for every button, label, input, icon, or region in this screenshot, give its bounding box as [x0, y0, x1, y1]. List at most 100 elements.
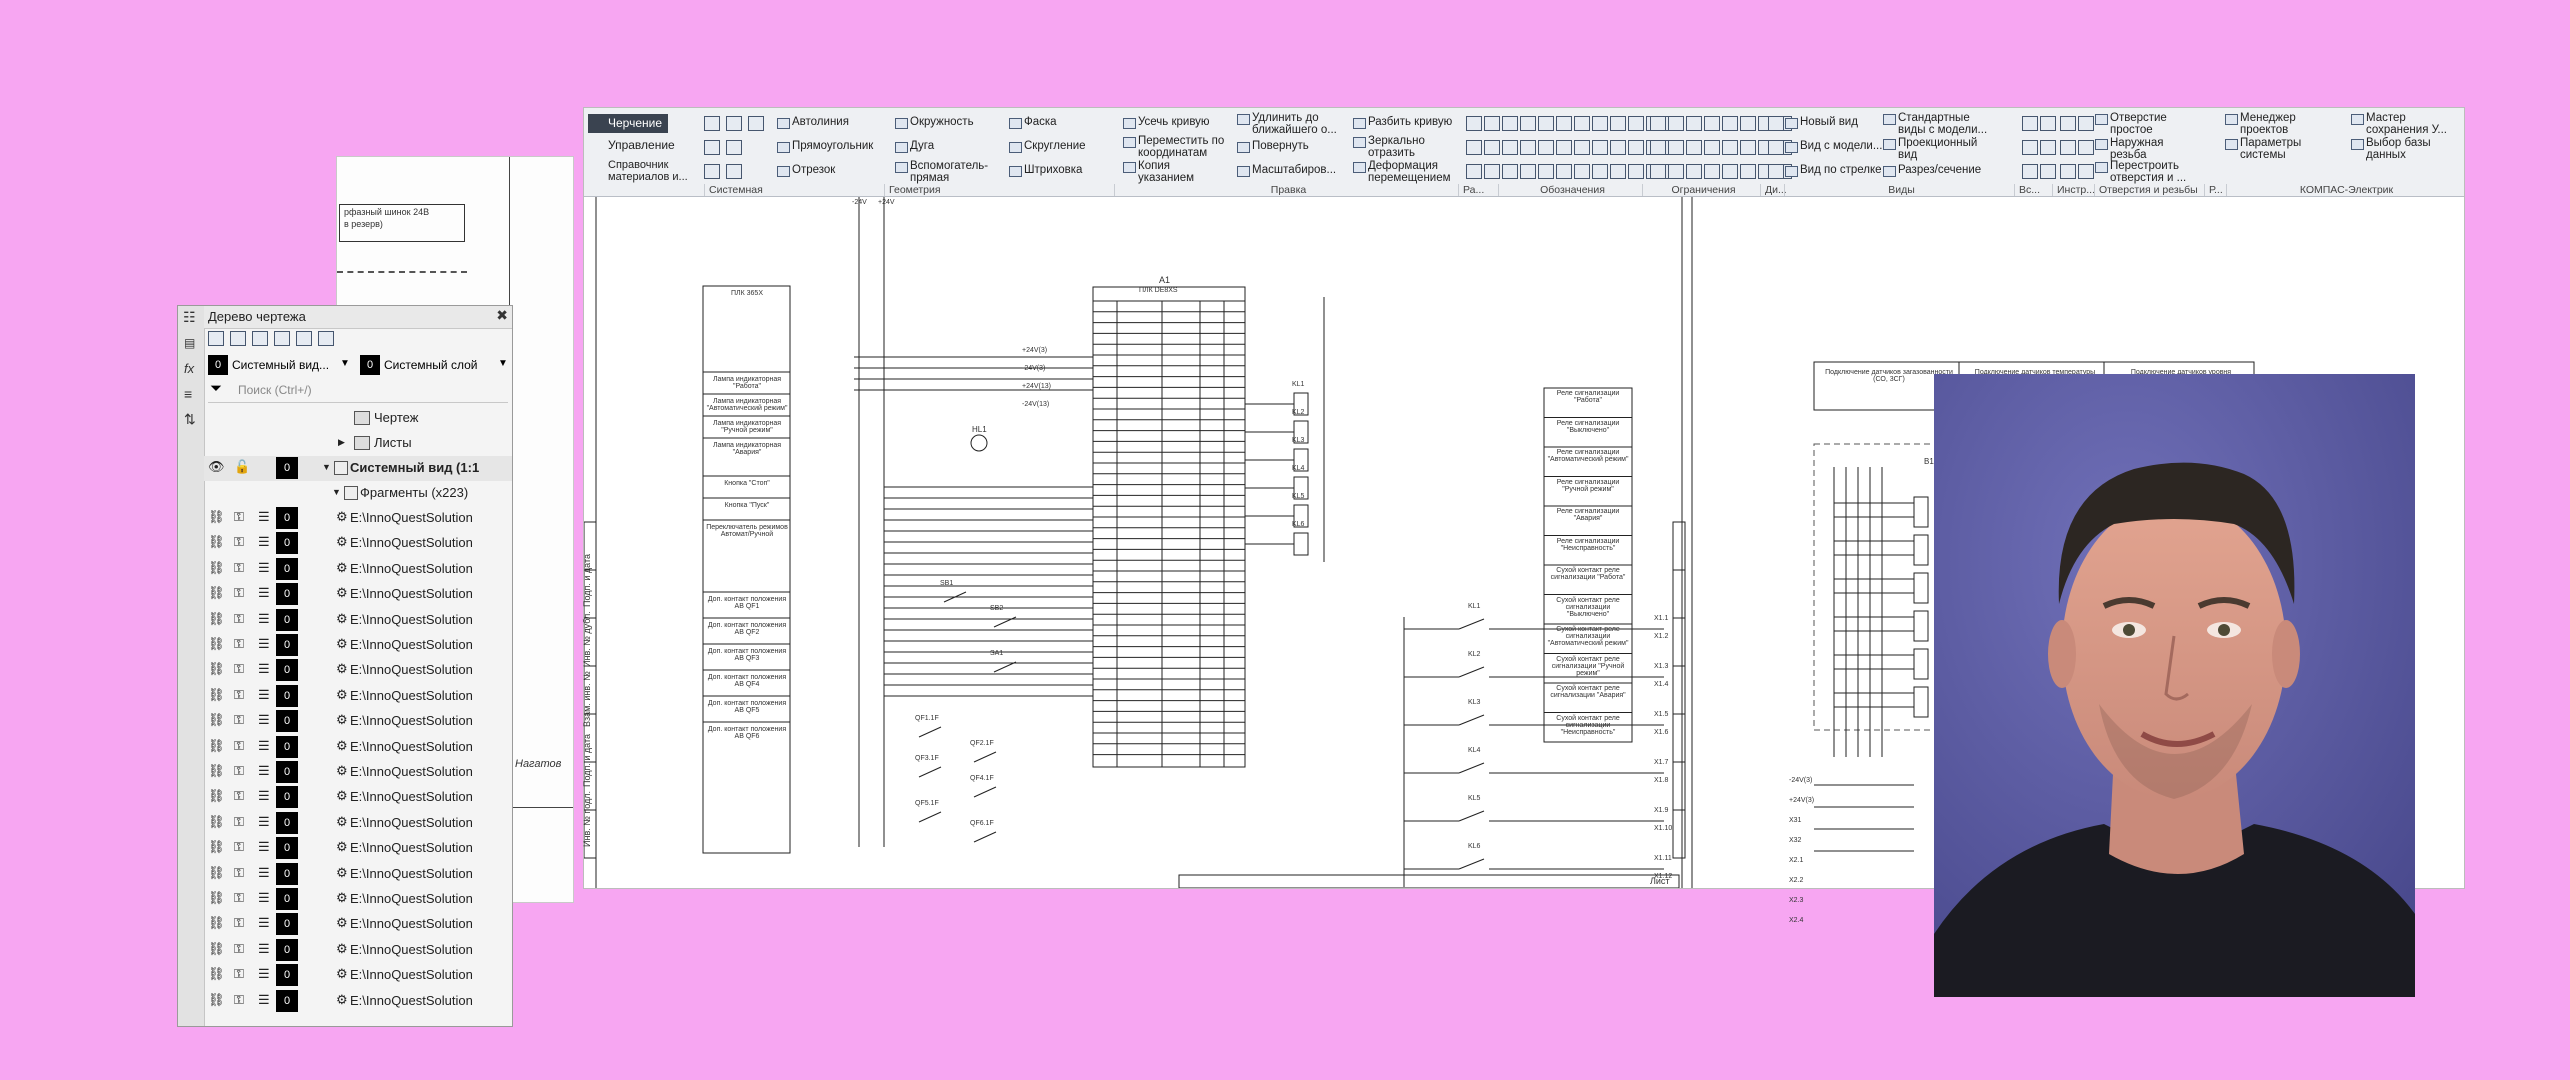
tool-icon[interactable] — [1704, 164, 1720, 179]
tool-icon[interactable] — [1538, 140, 1554, 155]
extend-button[interactable]: Удлинить до ближайшего о... — [1236, 112, 1337, 136]
new-file-icon[interactable] — [704, 116, 720, 131]
layers-stack-icon[interactable]: ☰ — [258, 941, 270, 957]
link-icon[interactable]: ⛓ — [208, 839, 225, 855]
project-manager-button[interactable]: Менеджер проектов — [2224, 112, 2296, 136]
layers-stack-icon[interactable]: ☰ — [258, 890, 270, 906]
layers-stack-icon[interactable]: ☰ — [258, 865, 270, 881]
fragment-lock-icon[interactable]: ⚿ — [234, 992, 244, 1008]
tool-icon[interactable] — [1686, 116, 1702, 131]
list-icon[interactable]: ≡ — [184, 386, 192, 402]
filter-icon[interactable] — [318, 331, 334, 346]
tool-icon[interactable] — [1722, 116, 1738, 131]
tool-icon[interactable] — [1686, 164, 1702, 179]
tree-node-fragment[interactable]: ⛓ ⚿ ☰ 0 ⚙ E:\InnoQuestSolution — [204, 811, 512, 836]
chevron-down-icon[interactable]: ▼ — [340, 358, 350, 369]
chamfer-button[interactable]: Фаска — [1008, 116, 1057, 130]
layers-stack-icon[interactable]: ☰ — [258, 636, 270, 652]
tree-node-fragment[interactable]: ⛓ ⚿ ☰ 0 ⚙ E:\InnoQuestSolution — [204, 862, 512, 887]
link-icon[interactable]: ⛓ — [208, 636, 225, 652]
redo-icon[interactable] — [726, 164, 742, 179]
arrow-view-button[interactable]: Вид по стрелке — [1784, 164, 1882, 178]
tool-icon[interactable] — [1502, 164, 1518, 179]
tree-icon[interactable]: ☷ — [183, 309, 196, 326]
calc-icon[interactable]: ▤ — [184, 336, 195, 350]
tree-node-fragment[interactable]: ⛓ ⚿ ☰ 0 ⚙ E:\InnoQuestSolution — [204, 506, 512, 531]
link-icon[interactable]: ⛓ — [208, 687, 225, 703]
tool-icon[interactable] — [1668, 164, 1684, 179]
new-view-button[interactable]: Новый вид — [1784, 116, 1858, 130]
fragment-lock-icon[interactable]: ⚿ — [234, 890, 244, 906]
layers-stack-icon[interactable]: ☰ — [258, 966, 270, 982]
tool-icon[interactable] — [1650, 164, 1666, 179]
fragment-lock-icon[interactable]: ⚿ — [234, 839, 244, 855]
tool-icon[interactable] — [1686, 140, 1702, 155]
tool-icon[interactable] — [1740, 164, 1756, 179]
tool-icon[interactable] — [1740, 116, 1756, 131]
layers-stack-icon[interactable]: ☰ — [258, 992, 270, 1008]
tool-icon[interactable] — [1628, 116, 1644, 131]
tool-icon[interactable] — [1722, 164, 1738, 179]
tool-icon[interactable] — [1668, 116, 1684, 131]
grid-icon[interactable] — [230, 331, 246, 346]
link-icon[interactable]: ⛓ — [208, 585, 225, 601]
layers-stack-icon[interactable]: ☰ — [258, 788, 270, 804]
tool-icon[interactable] — [1520, 116, 1536, 131]
system-params-button[interactable]: Параметры системы — [2224, 137, 2301, 161]
tree-node-fragment[interactable]: ⛓ ⚿ ☰ 0 ⚙ E:\InnoQuestSolution — [204, 989, 512, 1014]
link-icon[interactable]: ⛓ — [208, 865, 225, 881]
tool-icon[interactable] — [1574, 116, 1590, 131]
tool-icon[interactable] — [1650, 140, 1666, 155]
tree-node-drawing[interactable]: Чертеж — [204, 406, 512, 431]
layers-stack-icon[interactable]: ☰ — [258, 534, 270, 550]
tool-icon[interactable] — [1520, 140, 1536, 155]
tool-icon[interactable] — [1466, 164, 1482, 179]
rotate-button[interactable]: Повернуть — [1236, 140, 1309, 154]
link-icon[interactable]: ⛓ — [208, 890, 225, 906]
link-icon[interactable]: ⛓ — [208, 738, 225, 754]
tree-node-fragment[interactable]: ⛓ ⚿ ☰ 0 ⚙ E:\InnoQuestSolution — [204, 735, 512, 760]
tool-icon[interactable] — [1704, 140, 1720, 155]
layers-stack-icon[interactable]: ☰ — [258, 560, 270, 576]
layers-stack-icon[interactable]: ☰ — [258, 687, 270, 703]
tool-icon[interactable] — [1484, 164, 1500, 179]
fragment-icon[interactable] — [274, 331, 290, 346]
layers-stack-icon[interactable]: ☰ — [258, 915, 270, 931]
layer-select[interactable]: Системный слой — [384, 358, 477, 372]
tab-management[interactable]: Управление — [608, 139, 675, 152]
tool-icon[interactable] — [1484, 116, 1500, 131]
tool-icon[interactable] — [1704, 116, 1720, 131]
tree-node-fragment[interactable]: ⛓ ⚿ ☰ 0 ⚙ E:\InnoQuestSolution — [204, 608, 512, 633]
tool-icon[interactable] — [1592, 140, 1608, 155]
tool-icon[interactable] — [2078, 116, 2094, 131]
chevron-right-icon[interactable]: ▶ — [338, 437, 345, 448]
tree-node-fragment[interactable]: ⛓ ⚿ ☰ 0 ⚙ E:\InnoQuestSolution — [204, 912, 512, 937]
segment-button[interactable]: Отрезок — [776, 164, 835, 178]
tree-node-fragment[interactable]: ⛓ ⚿ ☰ 0 ⚙ E:\InnoQuestSolution — [204, 963, 512, 988]
tree-node-fragment[interactable]: ⛓ ⚿ ☰ 0 ⚙ E:\InnoQuestSolution — [204, 531, 512, 556]
fragment-lock-icon[interactable]: ⚿ — [234, 585, 244, 601]
model-view-button[interactable]: Вид с модели... — [1784, 140, 1882, 154]
tab-drawing[interactable]: Черчение — [588, 114, 669, 133]
search-input[interactable]: Поиск (Ctrl+/) — [238, 383, 312, 397]
fragment-lock-icon[interactable]: ⚿ — [234, 560, 244, 576]
copy-button[interactable]: Копия указанием — [1122, 160, 1194, 184]
fragment-lock-icon[interactable]: ⚿ — [234, 687, 244, 703]
fragment-lock-icon[interactable]: ⚿ — [234, 636, 244, 652]
tool-icon[interactable] — [1502, 140, 1518, 155]
tool-icon[interactable] — [1768, 164, 1784, 179]
tree-node-sheets[interactable]: ▶ Листы — [204, 431, 512, 456]
tool-icon[interactable] — [1610, 164, 1626, 179]
undo-icon[interactable] — [704, 164, 720, 179]
tool-icon[interactable] — [2040, 140, 2056, 155]
link-icon[interactable]: ⛓ — [208, 992, 225, 1008]
open-file-icon[interactable] — [726, 116, 742, 131]
tree-node-fragment[interactable]: ⛓ ⚿ ☰ 0 ⚙ E:\InnoQuestSolution — [204, 658, 512, 683]
db-select-button[interactable]: Выбор базы данных — [2350, 137, 2431, 161]
tool-icon[interactable] — [1466, 116, 1482, 131]
link-icon[interactable]: ⛓ — [208, 611, 225, 627]
tool-icon[interactable] — [1740, 140, 1756, 155]
fragment-lock-icon[interactable]: ⚿ — [234, 814, 244, 830]
scale-button[interactable]: Масштабиров... — [1236, 164, 1336, 178]
fragment-lock-icon[interactable]: ⚿ — [234, 865, 244, 881]
